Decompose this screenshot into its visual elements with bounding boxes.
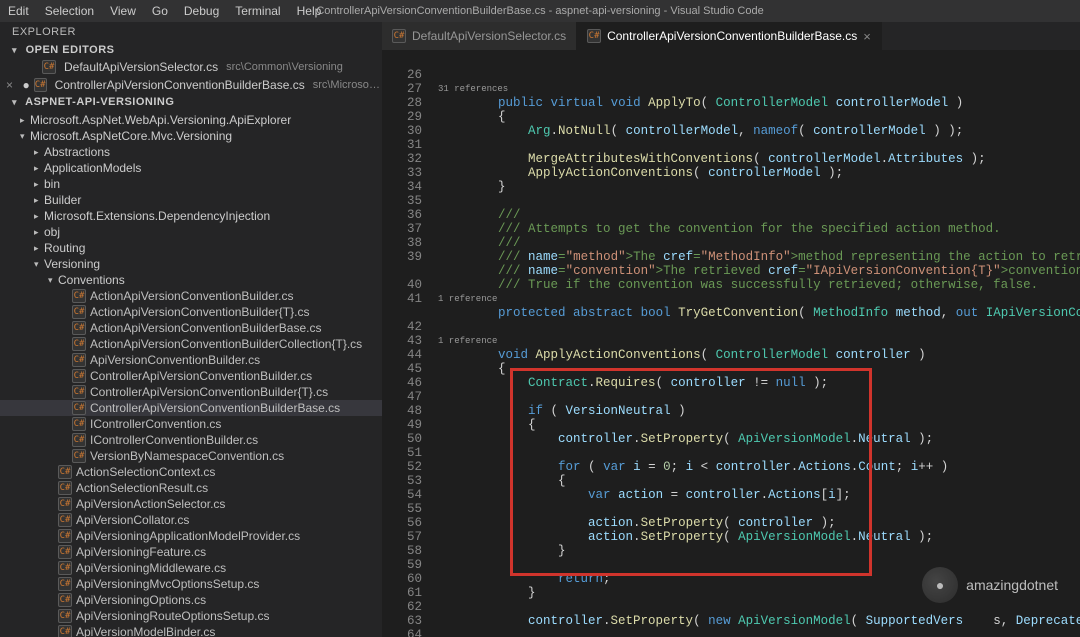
tree-folder[interactable]: ▾ Versioning — [0, 256, 382, 272]
csharp-icon: C# — [72, 385, 86, 399]
csharp-icon: C# — [72, 337, 86, 351]
tree-file[interactable]: C#ControllerApiVersionConventionBuilderB… — [0, 400, 382, 416]
csharp-icon: C# — [58, 593, 72, 607]
tree-folder[interactable]: ▸ Microsoft.Extensions.DependencyInjecti… — [0, 208, 382, 224]
tree-file[interactable]: C#ActionSelectionContext.cs — [0, 464, 382, 480]
file-tree[interactable]: ▸ Microsoft.AspNet.WebApi.Versioning.Api… — [0, 110, 382, 637]
chevron-icon: ▸ — [34, 147, 44, 158]
watermark-icon: ● — [922, 567, 958, 603]
tab-default-selector[interactable]: C# DefaultApiVersionSelector.cs — [382, 22, 577, 50]
menu-view[interactable]: View — [102, 0, 144, 22]
csharp-icon: C# — [58, 625, 72, 637]
chevron-icon: ▸ — [34, 179, 44, 190]
line-numbers: 2627282930313233343536373839404142434445… — [382, 50, 438, 637]
csharp-icon: C# — [72, 369, 86, 383]
chevron-icon: ▸ — [34, 243, 44, 254]
tree-folder[interactable]: ▸ ApplicationModels — [0, 160, 382, 176]
tree-file[interactable]: C#ApiVersionCollator.cs — [0, 512, 382, 528]
tree-file[interactable]: C#ApiVersionModelBinder.cs — [0, 624, 382, 637]
close-icon[interactable]: × — [863, 29, 871, 44]
csharp-icon: C# — [58, 577, 72, 591]
csharp-icon: C# — [72, 321, 86, 335]
explorer-sidebar[interactable]: EXPLORER ▾ OPEN EDITORS C# DefaultApiVer… — [0, 22, 382, 637]
csharp-icon: C# — [72, 305, 86, 319]
menu-help[interactable]: Help — [289, 0, 330, 22]
csharp-icon: C# — [587, 29, 601, 43]
tree-file[interactable]: C#ActionApiVersionConventionBuilder{T}.c… — [0, 304, 382, 320]
tree-file[interactable]: C#IControllerConvention.cs — [0, 416, 382, 432]
watermark: ● amazingdotnet — [922, 567, 1058, 603]
tree-file[interactable]: C#ApiVersionConventionBuilder.cs — [0, 352, 382, 368]
tree-file[interactable]: C#IControllerConventionBuilder.cs — [0, 432, 382, 448]
tree-folder[interactable]: ▸ obj — [0, 224, 382, 240]
csharp-icon: C# — [72, 433, 86, 447]
csharp-icon: C# — [58, 545, 72, 559]
csharp-icon: C# — [34, 78, 47, 92]
tree-file[interactable]: C#ActionApiVersionConventionBuilderColle… — [0, 336, 382, 352]
csharp-icon: C# — [392, 29, 406, 43]
open-editor-item[interactable]: C# DefaultApiVersionSelector.cs src\Comm… — [0, 58, 382, 76]
tree-folder[interactable]: ▸ Builder — [0, 192, 382, 208]
tree-folder[interactable]: ▸ Routing — [0, 240, 382, 256]
tree-file[interactable]: C#ApiVersioningRouteOptionsSetup.cs — [0, 608, 382, 624]
chevron-icon: ▾ — [34, 259, 44, 270]
tree-folder[interactable]: ▾ Microsoft.AspNetCore.Mvc.Versioning — [0, 128, 382, 144]
open-editor-item[interactable]: × ● C# ControllerApiVersionConventionBui… — [0, 76, 382, 94]
tab-convention-builder-base[interactable]: C# ControllerApiVersionConventionBuilder… — [577, 22, 882, 50]
chevron-icon: ▾ — [48, 275, 58, 286]
chevron-icon: ▸ — [34, 163, 44, 174]
explorer-label: EXPLORER — [0, 22, 382, 42]
tree-file[interactable]: C#ApiVersionActionSelector.cs — [0, 496, 382, 512]
menu-bar[interactable]: Edit Selection View Go Debug Terminal He… — [0, 0, 329, 22]
menu-edit[interactable]: Edit — [0, 0, 37, 22]
tree-file[interactable]: C#ApiVersioningMiddleware.cs — [0, 560, 382, 576]
csharp-icon: C# — [72, 353, 86, 367]
csharp-icon: C# — [42, 60, 56, 74]
csharp-icon: C# — [72, 289, 86, 303]
chevron-icon: ▸ — [20, 115, 30, 126]
tree-file[interactable]: C#ApiVersioningFeature.cs — [0, 544, 382, 560]
tree-file[interactable]: C#ApiVersioningMvcOptionsSetup.cs — [0, 576, 382, 592]
csharp-icon: C# — [58, 497, 72, 511]
csharp-icon: C# — [72, 417, 86, 431]
code-editor[interactable]: 2627282930313233343536373839404142434445… — [382, 50, 1080, 637]
menu-terminal[interactable]: Terminal — [227, 0, 288, 22]
csharp-icon: C# — [58, 529, 72, 543]
tree-file[interactable]: C#ControllerApiVersionConventionBuilder{… — [0, 384, 382, 400]
close-icon[interactable]: × — [6, 78, 13, 92]
csharp-icon: C# — [58, 465, 72, 479]
tree-file[interactable]: C#ActionApiVersionConventionBuilder.cs — [0, 288, 382, 304]
tree-folder[interactable]: ▾ Conventions — [0, 272, 382, 288]
open-editors-header[interactable]: ▾ OPEN EDITORS — [0, 42, 382, 58]
tree-file[interactable]: C#VersionByNamespaceConvention.cs — [0, 448, 382, 464]
tree-file[interactable]: C#ControllerApiVersionConventionBuilder.… — [0, 368, 382, 384]
tree-file[interactable]: C#ApiVersioningApplicationModelProvider.… — [0, 528, 382, 544]
csharp-icon: C# — [58, 609, 72, 623]
menu-selection[interactable]: Selection — [37, 0, 102, 22]
tree-file[interactable]: C#ApiVersioningOptions.cs — [0, 592, 382, 608]
csharp-icon: C# — [72, 449, 86, 463]
csharp-icon: C# — [58, 481, 72, 495]
tree-folder[interactable]: ▸ bin — [0, 176, 382, 192]
csharp-icon: C# — [72, 401, 86, 415]
project-header[interactable]: ▾ ASPNET-API-VERSIONING — [0, 94, 382, 110]
dirty-icon: ● — [22, 78, 29, 92]
tree-file[interactable]: C#ActionSelectionResult.cs — [0, 480, 382, 496]
menu-debug[interactable]: Debug — [176, 0, 227, 22]
chevron-icon: ▸ — [34, 211, 44, 222]
chevron-icon: ▸ — [34, 195, 44, 206]
chevron-icon: ▾ — [20, 131, 30, 142]
menu-go[interactable]: Go — [144, 0, 176, 22]
csharp-icon: C# — [58, 561, 72, 575]
csharp-icon: C# — [58, 513, 72, 527]
code-content[interactable]: 31 references public virtual void ApplyT… — [438, 50, 1080, 637]
tree-folder[interactable]: ▸ Microsoft.AspNet.WebApi.Versioning.Api… — [0, 112, 382, 128]
chevron-icon: ▸ — [34, 227, 44, 238]
tree-folder[interactable]: ▸ Abstractions — [0, 144, 382, 160]
editor-tabs[interactable]: C# DefaultApiVersionSelector.cs C# Contr… — [382, 22, 1080, 50]
tree-file[interactable]: C#ActionApiVersionConventionBuilderBase.… — [0, 320, 382, 336]
